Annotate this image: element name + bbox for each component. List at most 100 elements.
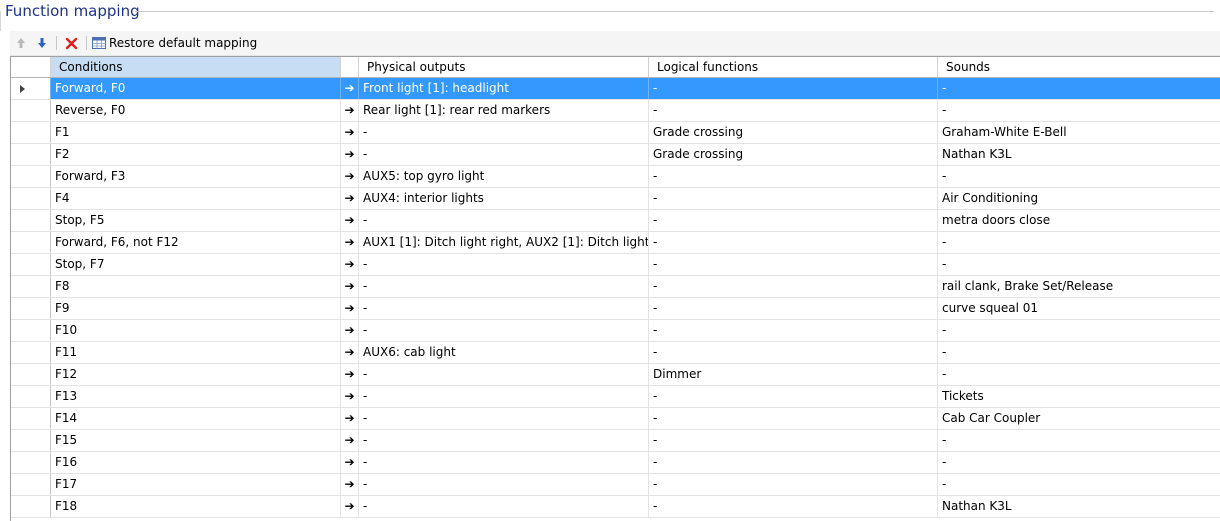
row-header[interactable] [11,430,51,451]
column-header-physical-outputs[interactable]: Physical outputs [359,57,649,77]
column-header-logical-functions[interactable]: Logical functions [649,57,938,77]
physical-outputs-cell[interactable]: Front light [1]: headlight [359,78,649,99]
table-row[interactable]: F11 ➔ AUX6: cab light - - [11,342,1220,364]
table-row[interactable]: F18 ➔ - - Nathan K3L [11,496,1220,518]
row-header[interactable] [11,100,51,121]
physical-outputs-cell[interactable]: - [359,408,649,429]
logical-functions-cell[interactable]: - [649,320,938,341]
delete-button[interactable] [62,33,80,53]
column-header-sounds[interactable]: Sounds [938,57,1220,77]
sounds-cell[interactable]: Nathan K3L [938,496,1220,517]
sounds-cell[interactable]: Graham-White E-Bell [938,122,1220,143]
physical-outputs-cell[interactable]: - [359,254,649,275]
row-header[interactable] [11,298,51,319]
physical-outputs-cell[interactable]: - [359,298,649,319]
logical-functions-cell[interactable]: - [649,100,938,121]
conditions-cell[interactable]: F2 [51,144,341,165]
sounds-cell[interactable]: - [938,100,1220,121]
row-header[interactable] [11,408,51,429]
table-row[interactable]: Stop, F5 ➔ - - metra doors close [11,210,1220,232]
physical-outputs-cell[interactable]: AUX5: top gyro light [359,166,649,187]
logical-functions-cell[interactable]: - [649,276,938,297]
sounds-cell[interactable]: - [938,254,1220,275]
physical-outputs-cell[interactable]: - [359,474,649,495]
table-row[interactable]: F1 ➔ - Grade crossing Graham-White E-Bell [11,122,1220,144]
logical-functions-cell[interactable]: - [649,408,938,429]
logical-functions-cell[interactable]: - [649,232,938,253]
physical-outputs-cell[interactable]: - [359,364,649,385]
conditions-cell[interactable]: F13 [51,386,341,407]
logical-functions-cell[interactable]: - [649,188,938,209]
physical-outputs-cell[interactable]: AUX6: cab light [359,342,649,363]
row-header[interactable] [11,188,51,209]
logical-functions-cell[interactable]: - [649,386,938,407]
sounds-cell[interactable]: - [938,364,1220,385]
sounds-cell[interactable]: - [938,78,1220,99]
sounds-cell[interactable]: - [938,430,1220,451]
logical-functions-cell[interactable]: - [649,452,938,473]
logical-functions-cell[interactable]: - [649,254,938,275]
sounds-cell[interactable]: rail clank, Brake Set/Release [938,276,1220,297]
sounds-cell[interactable]: - [938,452,1220,473]
sounds-cell[interactable]: - [938,232,1220,253]
conditions-cell[interactable]: F17 [51,474,341,495]
conditions-cell[interactable]: Forward, F0 [51,78,341,99]
conditions-cell[interactable]: F10 [51,320,341,341]
table-row[interactable]: F8 ➔ - - rail clank, Brake Set/Release [11,276,1220,298]
conditions-cell[interactable]: Stop, F5 [51,210,341,231]
physical-outputs-cell[interactable]: - [359,320,649,341]
sounds-cell[interactable]: curve squeal 01 [938,298,1220,319]
logical-functions-cell[interactable]: Dimmer [649,364,938,385]
conditions-cell[interactable]: Forward, F3 [51,166,341,187]
table-row[interactable]: F14 ➔ - - Cab Car Coupler [11,408,1220,430]
sounds-cell[interactable]: Cab Car Coupler [938,408,1220,429]
row-header[interactable] [11,364,51,385]
sounds-cell[interactable]: - [938,320,1220,341]
row-header[interactable] [11,342,51,363]
row-header[interactable] [11,474,51,495]
move-up-button[interactable] [13,33,29,53]
logical-functions-cell[interactable]: - [649,210,938,231]
table-row[interactable]: F10 ➔ - - - [11,320,1220,342]
physical-outputs-cell[interactable]: - [359,210,649,231]
logical-functions-cell[interactable]: Grade crossing [649,122,938,143]
table-row[interactable]: Forward, F0 ➔ Front light [1]: headlight - - [11,78,1220,100]
column-header-conditions[interactable]: Conditions [51,57,341,77]
conditions-cell[interactable]: F11 [51,342,341,363]
table-row[interactable]: F17 ➔ - - - [11,474,1220,496]
table-row[interactable]: F12 ➔ - Dimmer - [11,364,1220,386]
logical-functions-cell[interactable]: - [649,496,938,517]
conditions-cell[interactable]: F8 [51,276,341,297]
conditions-cell[interactable]: F1 [51,122,341,143]
table-row[interactable]: F9 ➔ - - curve squeal 01 [11,298,1220,320]
row-header[interactable] [11,254,51,275]
table-row[interactable]: Forward, F3 ➔ AUX5: top gyro light - - [11,166,1220,188]
physical-outputs-cell[interactable]: - [359,386,649,407]
conditions-cell[interactable]: F15 [51,430,341,451]
logical-functions-cell[interactable]: - [649,474,938,495]
row-header[interactable] [11,452,51,473]
conditions-cell[interactable]: Stop, F7 [51,254,341,275]
sounds-cell[interactable]: - [938,166,1220,187]
move-down-button[interactable] [34,33,50,53]
logical-functions-cell[interactable]: - [649,78,938,99]
row-header[interactable] [11,386,51,407]
conditions-cell[interactable]: F4 [51,188,341,209]
row-header[interactable] [11,78,51,99]
logical-functions-cell[interactable]: - [649,342,938,363]
row-header[interactable] [11,232,51,253]
table-row[interactable]: F4 ➔ AUX4: interior lights - Air Conditionin… [11,188,1220,210]
table-row[interactable]: F13 ➔ - - Tickets [11,386,1220,408]
row-header[interactable] [11,210,51,231]
logical-functions-cell[interactable]: - [649,298,938,319]
row-header[interactable] [11,276,51,297]
row-header[interactable] [11,144,51,165]
physical-outputs-cell[interactable]: - [359,122,649,143]
physical-outputs-cell[interactable]: AUX4: interior lights [359,188,649,209]
conditions-cell[interactable]: F12 [51,364,341,385]
conditions-cell[interactable]: F18 [51,496,341,517]
conditions-cell[interactable]: Reverse, F0 [51,100,341,121]
conditions-cell[interactable]: F9 [51,298,341,319]
table-row[interactable]: Forward, F6, not F12 ➔ AUX1 [1]: Ditch lig… [11,232,1220,254]
table-row[interactable]: Stop, F7 ➔ - - - [11,254,1220,276]
